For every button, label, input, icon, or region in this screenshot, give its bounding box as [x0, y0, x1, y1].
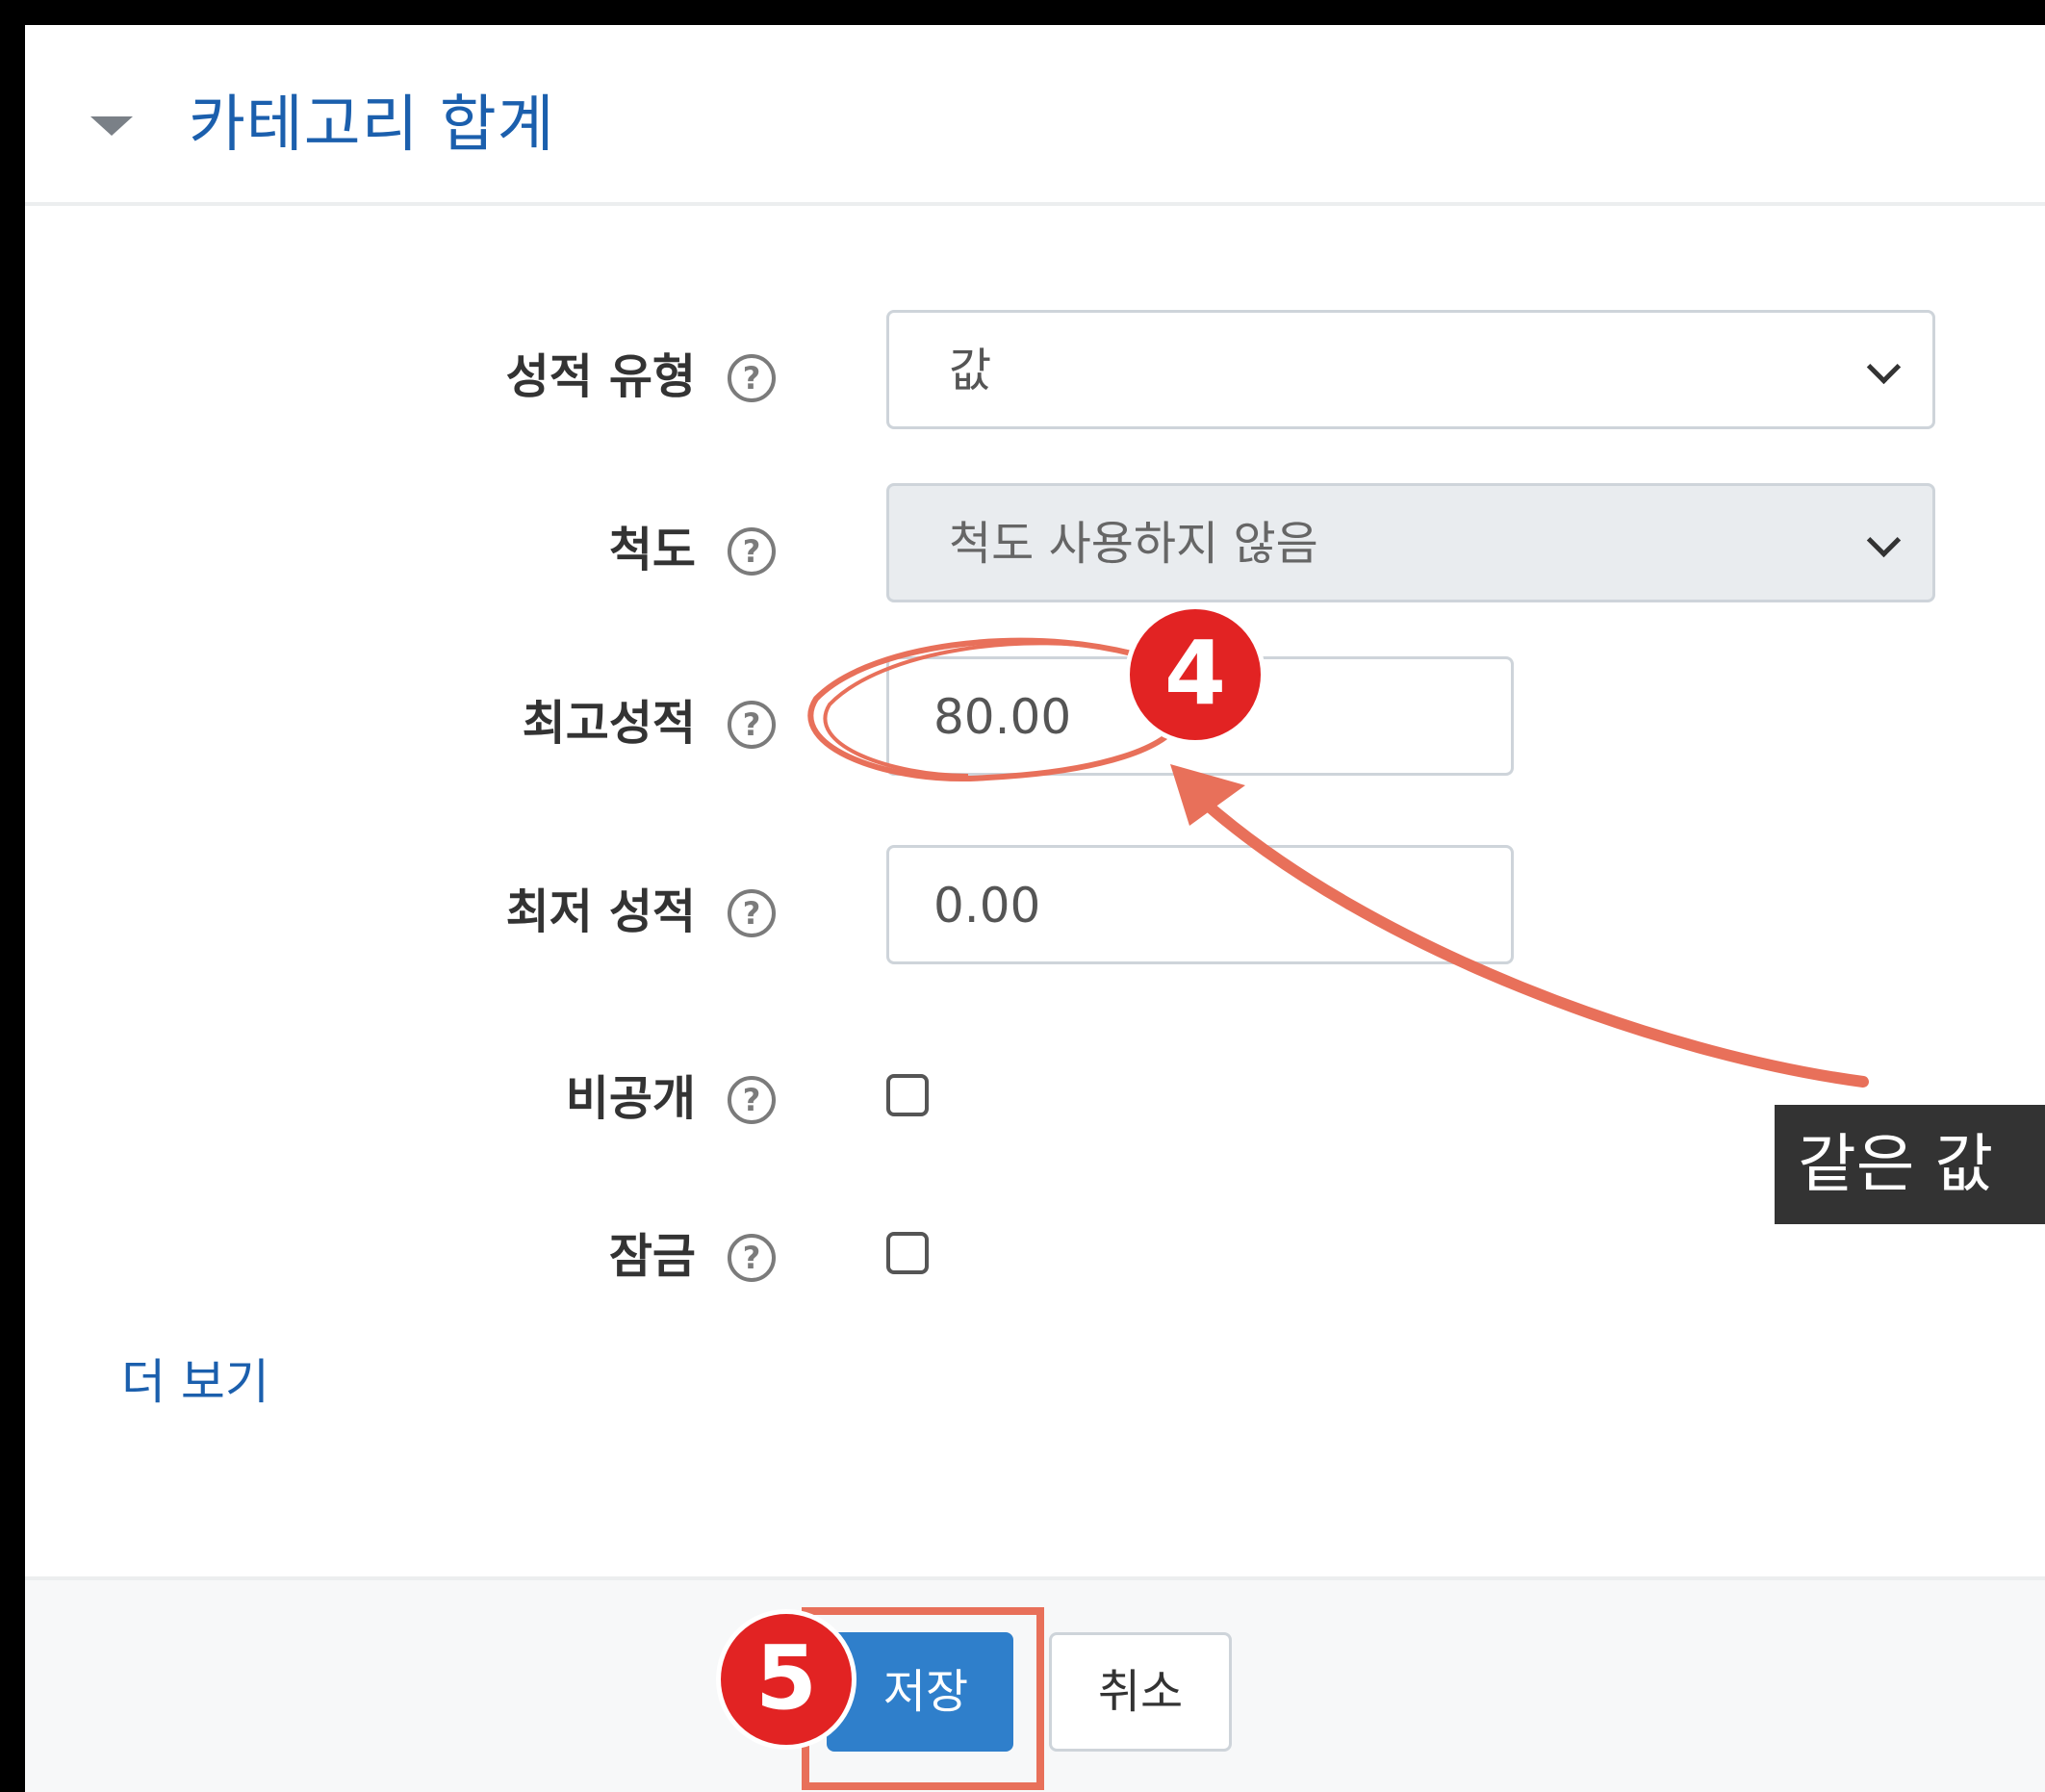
annotation-note: 같은 값: [1775, 1105, 2045, 1224]
step-5-badge: 5: [716, 1609, 856, 1750]
annotation-overlay: [807, 637, 1869, 1088]
step-4-badge: 4: [1125, 604, 1265, 745]
arrow-head-icon: [1170, 764, 1245, 826]
pointer-arrow: [1201, 799, 1869, 1088]
grade-category-form: 카테고리 합계 성적 유형 ? 값 척도 ? 척도 사용하지 않음 최고성적 ?…: [25, 25, 2045, 1792]
